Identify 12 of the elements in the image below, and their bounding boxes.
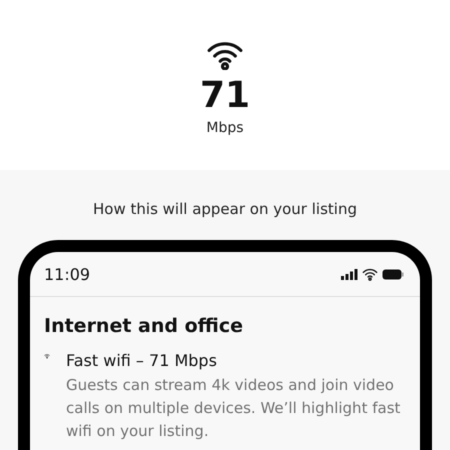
amenity-title: Fast wifi – 71 Mbps	[66, 351, 218, 370]
section-title: Internet and office	[43, 314, 244, 337]
signal-icon	[341, 268, 358, 280]
wifi-icon	[206, 40, 244, 70]
preview-caption: How this will appear on your listing	[93, 200, 357, 218]
wifi-icon	[44, 351, 50, 362]
speed-unit: Mbps	[206, 120, 244, 136]
wifi-icon	[362, 268, 378, 281]
status-time: 11:09	[44, 265, 90, 284]
battery-icon	[382, 268, 404, 280]
speed-value: 71	[200, 74, 250, 118]
amenity-description: Guests can stream 4k videos and join video calls on multiple devices. We’ll highlight fast wifi on your listing.	[66, 375, 402, 442]
